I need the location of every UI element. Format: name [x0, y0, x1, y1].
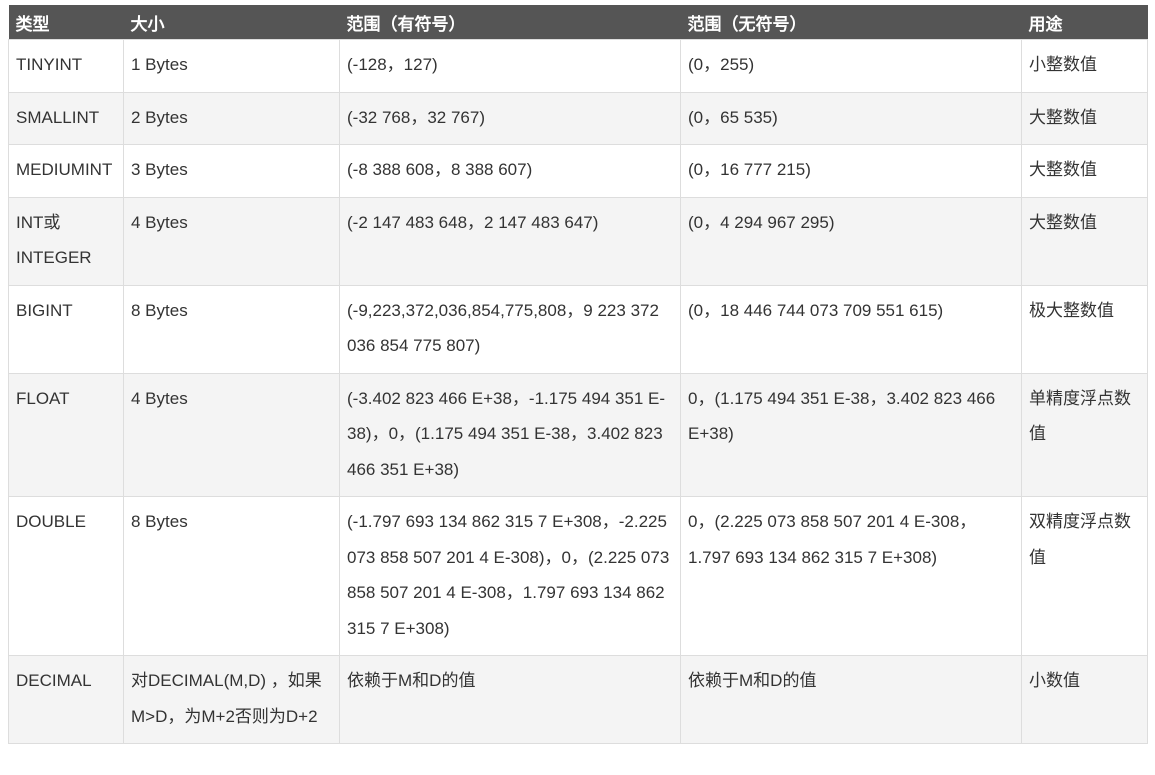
cell-unsigned-range: (0，65 535) — [680, 91, 1022, 145]
cell-signed-range: (-3.402 823 466 E+38，-1.175 494 351 E-38… — [339, 372, 681, 497]
cell-type: BIGINT — [8, 284, 124, 374]
cell-type: DOUBLE — [8, 496, 124, 656]
cell-size-text: 3 Bytes — [131, 160, 188, 179]
table-row: SMALLINT 2 Bytes (-32 768，32 767) (0，65 … — [8, 91, 1148, 145]
cell-usage-text: 小整数值 — [1029, 55, 1097, 74]
cell-type-text: BIGINT — [16, 300, 73, 320]
cell-unsigned-range: (0，4 294 967 295) — [680, 196, 1022, 286]
cell-unsigned-range: (0，255) — [680, 39, 1022, 93]
data-types-table-container: 类型 大小 范围（有符号） 范围（无符号） 用途 TINYINT 1 Bytes… — [8, 5, 1148, 744]
cell-signed-range: (-8 388 608，8 388 607) — [339, 144, 681, 198]
cell-size-text: 4 Bytes — [131, 388, 188, 408]
table-row: DECIMAL 对DECIMAL(M,D) ，如果M>D，为M+2否则为D+2 … — [8, 655, 1148, 744]
cell-type-text: INT或INTEGER — [16, 212, 92, 268]
cell-type-text: DOUBLE — [16, 512, 86, 531]
cell-unsigned-text: (0，255) — [688, 55, 755, 74]
cell-usage: 极大整数值 — [1021, 284, 1148, 374]
cell-usage: 单精度浮点数值 — [1021, 372, 1148, 497]
cell-usage: 大整数值 — [1021, 196, 1148, 286]
cell-usage: 小数值 — [1021, 655, 1148, 744]
cell-usage: 双精度浮点数值 — [1021, 496, 1148, 656]
cell-usage-text: 大整数值 — [1029, 212, 1097, 232]
cell-signed-range: (-9,223,372,036,854,775,808，9 223 372 03… — [339, 284, 681, 374]
table-row: FLOAT 4 Bytes (-3.402 823 466 E+38，-1.17… — [8, 372, 1148, 497]
cell-size: 8 Bytes — [123, 284, 340, 374]
cell-type-text: MEDIUMINT — [16, 160, 113, 179]
cell-type: DECIMAL — [8, 655, 124, 744]
cell-type-text: DECIMAL — [16, 671, 92, 690]
cell-usage-text: 小数值 — [1029, 671, 1080, 690]
cell-signed-text: (-32 768，32 767) — [347, 107, 485, 127]
cell-size: 2 Bytes — [123, 91, 340, 145]
cell-type: FLOAT — [8, 372, 124, 497]
cell-usage-text: 极大整数值 — [1029, 300, 1114, 320]
header-size: 大小 — [123, 5, 340, 40]
cell-usage-text: 双精度浮点数值 — [1029, 512, 1131, 567]
cell-type: INT或INTEGER — [8, 196, 124, 286]
cell-unsigned-range: 0，(2.225 073 858 507 201 4 E-308，1.797 6… — [680, 496, 1022, 656]
cell-signed-range: 依赖于M和D的值 — [339, 655, 681, 744]
cell-size-text: 8 Bytes — [131, 300, 188, 320]
cell-size: 对DECIMAL(M,D) ，如果M>D，为M+2否则为D+2 — [123, 655, 340, 744]
cell-unsigned-text: (0，4 294 967 295) — [688, 212, 835, 232]
cell-type-text: FLOAT — [16, 388, 70, 408]
cell-signed-range: (-2 147 483 648，2 147 483 647) — [339, 196, 681, 286]
cell-type: MEDIUMINT — [8, 144, 124, 198]
cell-usage: 大整数值 — [1021, 91, 1148, 145]
cell-unsigned-range: 0，(1.175 494 351 E-38，3.402 823 466 E+38… — [680, 372, 1022, 497]
cell-signed-text: (-8 388 608，8 388 607) — [347, 160, 533, 179]
cell-type-text: TINYINT — [16, 55, 83, 74]
cell-signed-text: (-128，127) — [347, 55, 438, 74]
table-row: MEDIUMINT 3 Bytes (-8 388 608，8 388 607)… — [8, 144, 1148, 198]
table-row: INT或INTEGER 4 Bytes (-2 147 483 648，2 14… — [8, 196, 1148, 286]
header-row: 类型 大小 范围（有符号） 范围（无符号） 用途 — [8, 5, 1148, 40]
cell-unsigned-range: (0，18 446 744 073 709 551 615) — [680, 284, 1022, 374]
header-usage: 用途 — [1021, 5, 1148, 40]
cell-type-text: SMALLINT — [16, 107, 100, 127]
table-row: DOUBLE 8 Bytes (-1.797 693 134 862 315 7… — [8, 496, 1148, 656]
cell-signed-text: (-1.797 693 134 862 315 7 E+308，-2.225 0… — [347, 512, 670, 638]
table-row: TINYINT 1 Bytes (-128，127) (0，255) 小整数值 — [8, 39, 1148, 93]
cell-unsigned-text: (0，16 777 215) — [688, 160, 811, 179]
cell-type: TINYINT — [8, 39, 124, 93]
table-row: BIGINT 8 Bytes (-9,223,372,036,854,775,8… — [8, 284, 1148, 374]
cell-unsigned-text: 依赖于M和D的值 — [688, 671, 817, 690]
cell-usage: 小整数值 — [1021, 39, 1148, 93]
data-types-table: 类型 大小 范围（有符号） 范围（无符号） 用途 TINYINT 1 Bytes… — [8, 5, 1148, 744]
cell-size-text: 4 Bytes — [131, 212, 188, 232]
cell-size: 4 Bytes — [123, 196, 340, 286]
table-body: TINYINT 1 Bytes (-128，127) (0，255) 小整数值 … — [8, 39, 1148, 744]
cell-signed-text: (-3.402 823 466 E+38，-1.175 494 351 E-38… — [347, 388, 666, 479]
cell-unsigned-text: (0，65 535) — [688, 107, 778, 127]
cell-size: 4 Bytes — [123, 372, 340, 497]
cell-size: 3 Bytes — [123, 144, 340, 198]
cell-type: SMALLINT — [8, 91, 124, 145]
cell-usage: 大整数值 — [1021, 144, 1148, 198]
cell-size: 1 Bytes — [123, 39, 340, 93]
cell-size-text: 对DECIMAL(M,D) ，如果M>D，为M+2否则为D+2 — [131, 671, 322, 726]
cell-usage-text: 单精度浮点数值 — [1029, 388, 1131, 444]
table-header: 类型 大小 范围（有符号） 范围（无符号） 用途 — [8, 5, 1148, 40]
cell-unsigned-range: 依赖于M和D的值 — [680, 655, 1022, 744]
cell-unsigned-text: (0，18 446 744 073 709 551 615) — [688, 300, 944, 320]
cell-usage-text: 大整数值 — [1029, 160, 1097, 179]
cell-signed-text: (-2 147 483 648，2 147 483 647) — [347, 212, 599, 232]
cell-signed-text: 依赖于M和D的值 — [347, 671, 476, 690]
cell-usage-text: 大整数值 — [1029, 107, 1097, 127]
cell-unsigned-text: 0，(2.225 073 858 507 201 4 E-308，1.797 6… — [688, 512, 977, 567]
cell-unsigned-text: 0，(1.175 494 351 E-38，3.402 823 466 E+38… — [688, 388, 996, 444]
cell-signed-text: (-9,223,372,036,854,775,808，9 223 372 03… — [347, 300, 659, 356]
cell-size-text: 1 Bytes — [131, 55, 188, 74]
cell-size-text: 2 Bytes — [131, 107, 188, 127]
cell-signed-range: (-32 768，32 767) — [339, 91, 681, 145]
cell-unsigned-range: (0，16 777 215) — [680, 144, 1022, 198]
cell-signed-range: (-1.797 693 134 862 315 7 E+308，-2.225 0… — [339, 496, 681, 656]
header-unsigned-range: 范围（无符号） — [680, 5, 1022, 40]
header-signed-range: 范围（有符号） — [339, 5, 681, 40]
cell-size: 8 Bytes — [123, 496, 340, 656]
cell-size-text: 8 Bytes — [131, 512, 188, 531]
header-type: 类型 — [8, 5, 124, 40]
cell-signed-range: (-128，127) — [339, 39, 681, 93]
